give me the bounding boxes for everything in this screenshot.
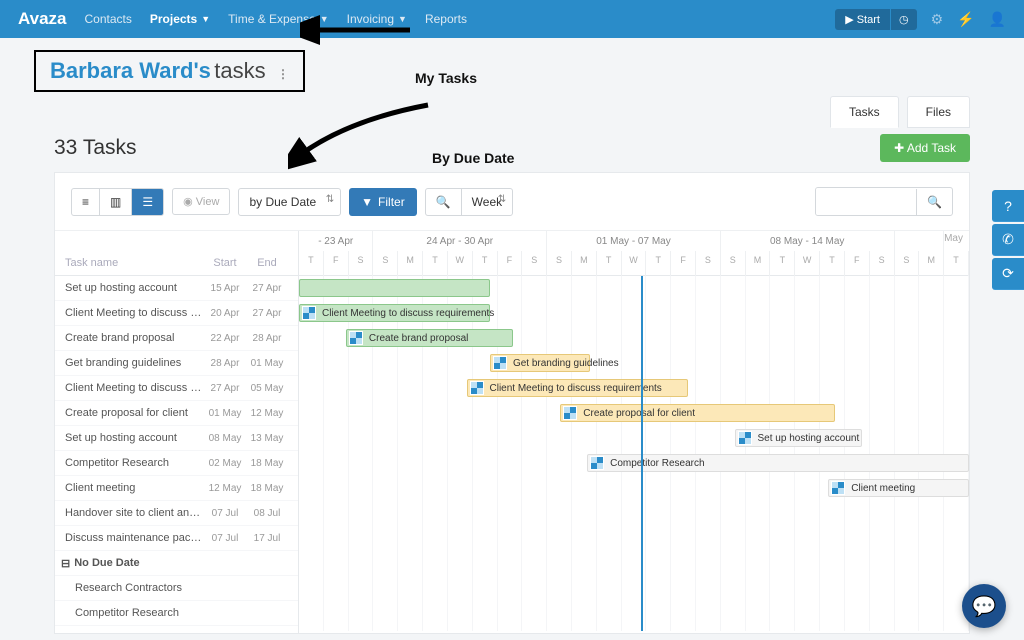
- table-row[interactable]: Research Contractors: [55, 576, 298, 601]
- nav-contacts[interactable]: Contacts: [85, 12, 132, 26]
- gantt-bar[interactable]: Client Meeting to discuss requirements: [299, 304, 490, 322]
- task-count-heading: 33 Tasks: [54, 136, 137, 160]
- avatar-icon: [493, 356, 507, 370]
- col-task-name: Task name: [65, 257, 204, 269]
- nav-right: ▶ Start ◷ ⚙ ⚡ 👤: [835, 9, 1006, 30]
- zoom-search-icon[interactable]: 🔍: [426, 189, 462, 215]
- table-row[interactable]: Set up hosting account15 Apr27 Apr: [55, 276, 298, 301]
- gantt-bar[interactable]: Client meeting: [828, 479, 969, 497]
- gantt-bar[interactable]: [299, 279, 490, 297]
- rss-icon[interactable]: ⟳: [992, 258, 1024, 290]
- annotation-by-due-date: By Due Date: [432, 150, 514, 166]
- add-task-button[interactable]: ✚ Add Task: [880, 134, 970, 162]
- table-row[interactable]: Create brand proposal22 Apr28 Apr: [55, 326, 298, 351]
- col-end: End: [246, 257, 288, 269]
- avatar-icon: [590, 456, 604, 470]
- today-line: [641, 276, 643, 631]
- table-row[interactable]: Create proposal for client01 May12 May: [55, 401, 298, 426]
- col-start: Start: [204, 257, 246, 269]
- bolt-icon[interactable]: ⚡: [957, 11, 974, 28]
- arrow-annotation: [300, 12, 420, 52]
- gantt-panel: ≡ ▥ ☰ ◉ View by Due Date ▼Filter 🔍 Week …: [54, 172, 970, 634]
- gantt-bar[interactable]: Create proposal for client: [560, 404, 835, 422]
- gantt-bar[interactable]: Set up hosting account: [735, 429, 862, 447]
- title-menu-icon[interactable]: ⋮: [277, 67, 289, 81]
- nav-projects[interactable]: Projects▼: [150, 12, 210, 26]
- nav-links: Contacts Projects▼ Time & Expense▼ Invoi…: [85, 12, 836, 26]
- task-list: Task name Start End Set up hosting accou…: [55, 231, 299, 633]
- navbar: Avaza Contacts Projects▼ Time & Expense▼…: [0, 0, 1024, 38]
- table-row[interactable]: Set up hosting account08 May13 May: [55, 426, 298, 451]
- annotation-my-tasks: My Tasks: [415, 70, 477, 86]
- timeline: May - 23 Apr24 Apr - 30 Apr01 May - 07 M…: [299, 231, 969, 633]
- page-title: Barbara Ward's tasks ⋮: [34, 50, 305, 92]
- avatar-icon: [831, 481, 845, 495]
- brand-logo[interactable]: Avaza: [18, 9, 67, 29]
- help-sidebar: ? ✆ ⟳: [992, 190, 1024, 292]
- table-row[interactable]: Client Meeting to discuss requirements20…: [55, 301, 298, 326]
- gantt-bar[interactable]: Create brand proposal: [346, 329, 514, 347]
- table-row[interactable]: Handover site to client and final client…: [55, 501, 298, 526]
- avatar-icon: [302, 306, 316, 320]
- search-group: 🔍: [815, 187, 953, 216]
- filter-button[interactable]: ▼Filter: [349, 188, 417, 216]
- gantt-bar[interactable]: Get branding guidelines: [490, 354, 591, 372]
- clock-icon[interactable]: ◷: [891, 9, 917, 30]
- nav-reports[interactable]: Reports: [425, 12, 467, 26]
- gear-icon[interactable]: ⚙: [931, 11, 944, 28]
- table-row[interactable]: Client Meeting to discuss requirements27…: [55, 376, 298, 401]
- zoom-group: 🔍 Week: [425, 188, 513, 216]
- table-row[interactable]: Client meeting12 May18 May: [55, 476, 298, 501]
- collapse-icon[interactable]: ⊟: [61, 557, 70, 570]
- tab-tasks[interactable]: Tasks: [830, 96, 899, 128]
- zoom-select[interactable]: Week: [462, 189, 512, 215]
- caret-icon: ▼: [201, 14, 210, 24]
- gantt-bar[interactable]: Client Meeting to discuss requirements: [467, 379, 688, 397]
- board-view-icon[interactable]: ▥: [100, 189, 132, 215]
- view-toggle[interactable]: ◉ View: [172, 188, 230, 215]
- avatar-icon: [563, 406, 577, 420]
- list-view-icon[interactable]: ≡: [72, 189, 100, 215]
- help-icon[interactable]: ?: [992, 190, 1024, 222]
- chat-launcher[interactable]: 💬: [962, 584, 1006, 628]
- group-no-due-date[interactable]: ⊟No Due Date: [55, 551, 298, 576]
- avatar-icon: [738, 431, 752, 445]
- search-input[interactable]: [816, 188, 916, 215]
- tab-files[interactable]: Files: [907, 96, 970, 128]
- filter-icon: ▼: [361, 195, 373, 209]
- view-mode-group: ≡ ▥ ☰: [71, 188, 164, 216]
- avatar-icon: [349, 331, 363, 345]
- search-icon[interactable]: 🔍: [916, 189, 952, 215]
- user-icon[interactable]: 👤: [989, 11, 1006, 28]
- table-row[interactable]: Discuss maintenance packages with client…: [55, 526, 298, 551]
- table-row[interactable]: Get branding guidelines28 Apr01 May: [55, 351, 298, 376]
- table-row[interactable]: Competitor Research02 May18 May: [55, 451, 298, 476]
- gantt-bar[interactable]: Competitor Research: [587, 454, 969, 472]
- arrow-annotation: [288, 100, 438, 170]
- avatar-icon: [470, 381, 484, 395]
- group-by-select[interactable]: by Due Date: [238, 188, 341, 216]
- start-timer-button[interactable]: ▶ Start ◷: [835, 9, 916, 30]
- table-row[interactable]: Competitor Research: [55, 601, 298, 626]
- gantt-view-icon[interactable]: ☰: [132, 189, 163, 215]
- phone-icon[interactable]: ✆: [992, 224, 1024, 256]
- tabs: Tasks Files: [34, 96, 990, 128]
- toolbar: ≡ ▥ ☰ ◉ View by Due Date ▼Filter 🔍 Week …: [55, 173, 969, 231]
